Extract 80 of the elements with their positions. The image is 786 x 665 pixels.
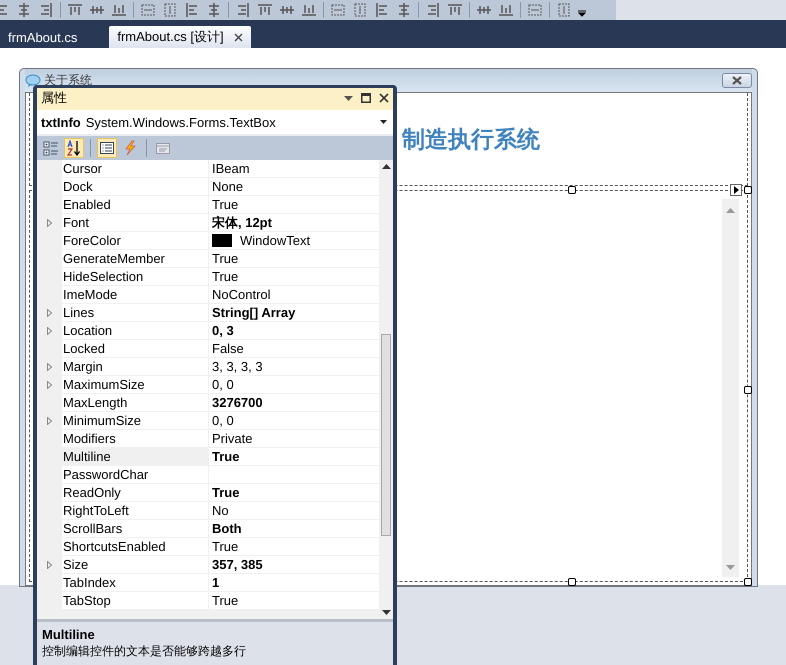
property-name[interactable]: Lines: [62, 304, 209, 322]
description-title: Multiline: [42, 626, 96, 643]
property-name[interactable]: TabIndex: [62, 574, 209, 592]
property-name[interactable]: Font: [62, 214, 209, 232]
property-name[interactable]: Dock: [62, 178, 209, 196]
property-name[interactable]: PasswordChar: [62, 466, 209, 484]
value-cell[interactable]: WindowText: [209, 232, 379, 250]
property-value[interactable]: 1: [212, 574, 220, 591]
property-value[interactable]: True: [212, 592, 238, 609]
value-cell[interactable]: True: [209, 268, 379, 286]
property-value[interactable]: String[] Array: [212, 304, 296, 321]
property-value[interactable]: 0, 0: [212, 376, 234, 393]
property-name[interactable]: MinimumSize: [62, 412, 209, 430]
document-tab[interactable]: frmAbout.cs [设计]: [109, 26, 251, 48]
property-name[interactable]: ImeMode: [62, 286, 209, 304]
property-name[interactable]: GenerateMember: [62, 250, 209, 268]
value-cell[interactable]: False: [209, 340, 379, 358]
value-cell[interactable]: 3, 3, 3, 3: [209, 358, 379, 376]
property-name[interactable]: Location: [62, 322, 209, 340]
property-name[interactable]: ReadOnly: [62, 484, 209, 502]
value-cell[interactable]: 0, 0: [209, 412, 379, 430]
property-value[interactable]: None: [212, 178, 244, 195]
value-cell[interactable]: No: [209, 502, 379, 520]
value-cell[interactable]: True: [209, 250, 379, 268]
property-value[interactable]: False: [212, 340, 244, 357]
property-name[interactable]: Locked: [62, 340, 209, 358]
property-value[interactable]: NoControl: [212, 286, 271, 303]
property-value[interactable]: True: [212, 268, 238, 285]
property-value[interactable]: 宋体, 12pt: [212, 214, 272, 231]
value-cell[interactable]: 1: [209, 574, 379, 592]
value-cell[interactable]: True: [209, 592, 379, 610]
value-cell[interactable]: 357, 385: [209, 556, 379, 574]
value-cell[interactable]: True: [209, 538, 379, 556]
value-cell[interactable]: True: [209, 484, 379, 502]
property-value[interactable]: 3276700: [212, 394, 263, 411]
property-value[interactable]: 3, 3, 3, 3: [212, 358, 263, 375]
property-name[interactable]: HideSelection: [62, 268, 209, 286]
property-name[interactable]: MaxLength: [62, 394, 209, 412]
property-value[interactable]: True: [212, 448, 240, 465]
property-name[interactable]: RightToLeft: [62, 502, 209, 520]
object-selector[interactable]: txtInfo System.Windows.Forms.TextBox: [37, 108, 393, 136]
form-title: 关于系统: [44, 72, 92, 89]
property-value[interactable]: 357, 385: [212, 556, 263, 573]
value-cell[interactable]: NoControl: [209, 286, 379, 304]
property-name[interactable]: Margin: [62, 358, 209, 376]
value-cell[interactable]: Private: [209, 430, 379, 448]
property-value[interactable]: True: [212, 196, 238, 213]
property-value[interactable]: True: [212, 538, 238, 555]
description-text: 控制编辑控件的文本是否能够跨越多行: [42, 643, 247, 659]
property-name[interactable]: TabStop: [62, 592, 209, 610]
value-cell[interactable]: String[] Array: [209, 304, 379, 322]
property-name[interactable]: ForeColor: [62, 232, 209, 250]
property-name[interactable]: Size: [62, 556, 209, 574]
value-cell[interactable]: 3276700: [209, 394, 379, 412]
value-cell[interactable]: 0, 3: [209, 322, 379, 340]
property-value[interactable]: True: [212, 484, 240, 501]
property-name[interactable]: Modifiers: [62, 430, 209, 448]
property-value[interactable]: True: [212, 250, 238, 267]
value-cell[interactable]: True: [209, 448, 379, 466]
property-name[interactable]: Enabled: [62, 196, 209, 214]
property-value[interactable]: 0, 3: [212, 322, 234, 339]
value-cell[interactable]: IBeam: [209, 160, 379, 178]
value-cell[interactable]: 0, 0: [209, 376, 379, 394]
property-value[interactable]: Both: [212, 520, 242, 537]
value-cell[interactable]: 宋体, 12pt: [209, 214, 379, 232]
property-name[interactable]: ShortcutsEnabled: [62, 538, 209, 556]
document-tab[interactable]: frmAbout.cs: [0, 26, 86, 48]
value-cell[interactable]: True: [209, 196, 379, 214]
property-value[interactable]: No: [212, 502, 229, 519]
property-name[interactable]: Cursor: [62, 160, 209, 178]
property-value[interactable]: IBeam: [212, 160, 250, 177]
value-cell[interactable]: Both: [209, 520, 379, 538]
property-name[interactable]: ScrollBars: [62, 520, 209, 538]
property-value[interactable]: WindowText: [240, 232, 310, 249]
property-value[interactable]: Private: [212, 430, 252, 447]
panel-title: 属性: [41, 89, 67, 107]
form-heading: 制造执行系统: [402, 126, 540, 154]
property-value[interactable]: 0, 0: [212, 412, 234, 429]
property-name[interactable]: MaximumSize: [62, 376, 209, 394]
value-cell[interactable]: None: [209, 178, 379, 196]
